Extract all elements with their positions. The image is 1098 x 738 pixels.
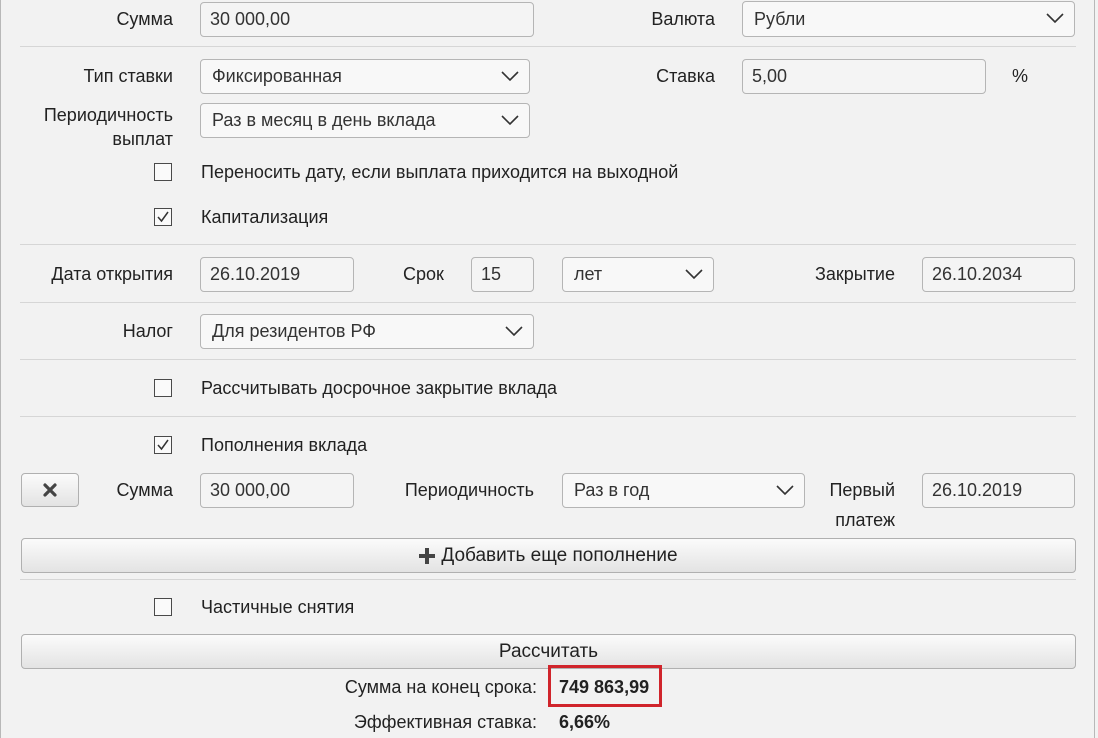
frame-border-right bbox=[1094, 0, 1095, 738]
calculate-button[interactable]: Рассчитать bbox=[21, 634, 1076, 669]
divider bbox=[20, 579, 1076, 580]
effective-rate-label: Эффективная ставка: bbox=[353, 712, 537, 732]
divider bbox=[20, 244, 1076, 245]
deposit-calculator: Сумма 30 000,00 Валюта Рубли Тип ставки … bbox=[0, 0, 1098, 738]
topups-label: Пополнения вклада bbox=[201, 435, 368, 455]
tax-select[interactable]: Для резидентов РФ bbox=[200, 314, 534, 349]
early-close-label: Рассчитывать досрочное закрытие вклада bbox=[201, 378, 557, 398]
frame-border-left bbox=[0, 0, 1, 738]
payout-label-line2: выплат bbox=[112, 129, 173, 149]
total-value: 749 863,99 bbox=[559, 677, 650, 697]
divider bbox=[20, 359, 1076, 360]
close-icon bbox=[43, 483, 57, 497]
divider bbox=[20, 416, 1076, 417]
tax-select-value: Для резидентов РФ bbox=[212, 321, 376, 341]
open-date-label: Дата открытия bbox=[51, 264, 173, 284]
add-topup-button[interactable]: Добавить еще пополнение bbox=[21, 538, 1076, 573]
first-payment-input[interactable]: 26.10.2019 bbox=[922, 473, 1075, 508]
currency-select[interactable]: Рубли bbox=[742, 1, 1075, 37]
chevron-down-icon bbox=[685, 268, 703, 279]
topup-period-select-value: Раз в год bbox=[574, 480, 650, 500]
topup-amount-label: Сумма bbox=[116, 480, 173, 500]
term-label: Срок bbox=[403, 264, 444, 284]
term-unit-select-value: лет bbox=[574, 264, 603, 284]
calculate-button-label: Рассчитать bbox=[498, 640, 599, 662]
topup-amount-input[interactable]: 30 000,00 bbox=[200, 473, 354, 508]
first-payment-label-line2: платеж bbox=[835, 510, 895, 530]
rate-input[interactable]: 5,00 bbox=[742, 59, 986, 94]
rate-type-label: Тип ставки bbox=[83, 66, 173, 86]
topup-period-select[interactable]: Раз в год bbox=[562, 473, 805, 508]
rate-type-select-value: Фиксированная bbox=[212, 66, 342, 86]
move-date-label: Переносить дату, если выплата приходится… bbox=[201, 162, 679, 182]
chevron-down-icon bbox=[776, 484, 794, 495]
remove-topup-button[interactable] bbox=[21, 473, 79, 507]
early-close-checkbox[interactable] bbox=[154, 379, 172, 397]
effective-rate-value: 6,66% bbox=[559, 712, 611, 732]
move-date-checkbox[interactable] bbox=[154, 163, 172, 181]
payout-select[interactable]: Раз в месяц в день вклада bbox=[200, 103, 530, 138]
currency-select-value: Рубли bbox=[754, 8, 806, 29]
add-topup-button-label: Добавить еще пополнение bbox=[441, 544, 678, 566]
term-input[interactable]: 15 bbox=[471, 257, 534, 292]
withdrawals-checkbox[interactable] bbox=[154, 598, 172, 616]
divider bbox=[20, 302, 1076, 303]
chevron-down-icon bbox=[501, 114, 519, 125]
first-payment-label-line1: Первый bbox=[829, 480, 895, 500]
tax-label: Налог bbox=[122, 321, 173, 341]
checkmark-icon bbox=[157, 439, 169, 451]
payout-label-line1: Периодичность bbox=[43, 105, 173, 125]
currency-label: Валюта bbox=[651, 9, 715, 29]
rate-label: Ставка bbox=[656, 66, 715, 86]
chevron-down-icon bbox=[501, 70, 519, 81]
checkmark-icon bbox=[157, 211, 169, 223]
rate-percent-sign: % bbox=[1012, 66, 1029, 86]
chevron-down-icon bbox=[1046, 13, 1064, 24]
capitalization-checkbox[interactable] bbox=[154, 208, 172, 226]
term-unit-select[interactable]: лет bbox=[562, 257, 714, 292]
capitalization-label: Капитализация bbox=[201, 207, 329, 227]
amount-input[interactable]: 30 000,00 bbox=[200, 2, 534, 37]
amount-label: Сумма bbox=[116, 9, 173, 29]
topup-period-label: Периодичность bbox=[404, 480, 534, 500]
total-label: Сумма на конец срока: bbox=[344, 677, 537, 697]
chevron-down-icon bbox=[505, 325, 523, 336]
rate-type-select[interactable]: Фиксированная bbox=[200, 59, 530, 94]
topups-checkbox[interactable] bbox=[154, 436, 172, 454]
payout-select-value: Раз в месяц в день вклада bbox=[212, 110, 436, 130]
withdrawals-label: Частичные снятия bbox=[201, 597, 355, 617]
divider bbox=[20, 46, 1076, 47]
open-date-input[interactable]: 26.10.2019 bbox=[200, 257, 354, 292]
plus-icon bbox=[419, 547, 436, 564]
close-date-label: Закрытие bbox=[814, 264, 895, 284]
close-date-input[interactable]: 26.10.2034 bbox=[922, 257, 1075, 292]
